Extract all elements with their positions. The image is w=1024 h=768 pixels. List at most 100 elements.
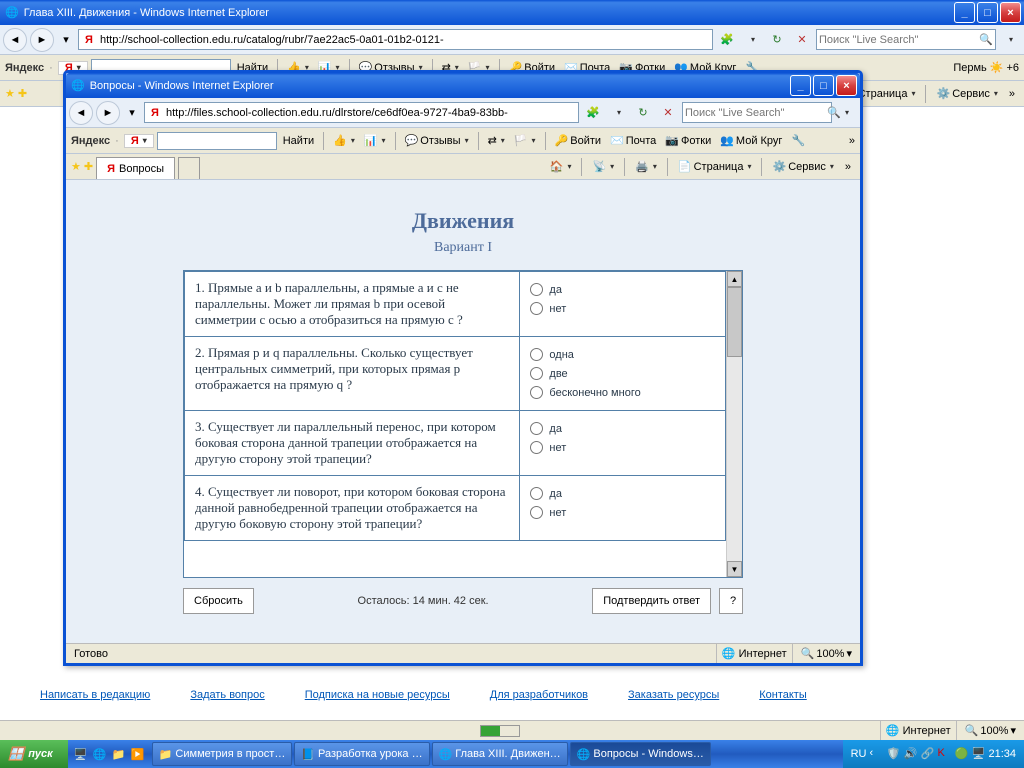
close-button[interactable]: ×	[1000, 2, 1021, 23]
home-button[interactable]: 🏠	[546, 160, 576, 173]
popup-refresh-button[interactable]: ↻	[632, 102, 654, 124]
maximize-button[interactable]: □	[977, 2, 998, 23]
chevron-right-icon[interactable]: »	[841, 161, 855, 173]
yandex-tools-icon[interactable]: 🔧	[788, 134, 808, 147]
q2-opt-inf[interactable]: бесконечно много	[530, 383, 715, 402]
footer-order[interactable]: Заказать ресурсы	[628, 689, 719, 701]
favorites-icon[interactable]: ★	[5, 87, 15, 100]
add-favorite-icon[interactable]: ✚	[18, 87, 27, 100]
scroll-track[interactable]	[727, 357, 742, 561]
popup-address-bar[interactable]: Я	[144, 102, 579, 123]
minimize-button[interactable]: _	[954, 2, 975, 23]
footer-write[interactable]: Написать в редакцию	[40, 689, 150, 701]
popup-forward-button[interactable]: ►	[96, 101, 120, 125]
q1-opt-no[interactable]: нет	[530, 299, 715, 318]
task-symmetry[interactable]: 📁 Симметрия в прост…	[152, 742, 293, 766]
task-chapter[interactable]: 🌐 Глава XIII. Движен…	[432, 742, 568, 766]
search-dropdown[interactable]	[999, 29, 1021, 51]
popup-url-input[interactable]	[166, 107, 578, 119]
search-icon[interactable]: 🔍	[979, 33, 993, 46]
feeds-button[interactable]: 📡	[588, 160, 618, 173]
url-input[interactable]	[100, 34, 712, 46]
favorites-icon[interactable]: ★	[71, 160, 81, 173]
ql-desktop-icon[interactable]: 🖥️	[73, 746, 89, 762]
yandex-photos[interactable]: 📷 Фотки	[662, 134, 714, 147]
tray-network-icon[interactable]: 🔗	[920, 747, 934, 761]
yandex-flag-icon[interactable]: 🏳️	[511, 134, 539, 147]
address-bar[interactable]: Я	[78, 29, 713, 50]
ql-player-icon[interactable]: ▶️	[130, 746, 146, 762]
yandex-mail[interactable]: ✉️ Почта	[607, 134, 659, 147]
yandex-y-button[interactable]: Я	[124, 134, 154, 148]
yandex-vote-icon[interactable]: 👍	[330, 134, 358, 147]
footer-dev[interactable]: Для разработчиков	[490, 689, 588, 701]
tab-questions[interactable]: Я Вопросы	[96, 157, 175, 179]
service-menu[interactable]: ⚙️ Сервис	[768, 160, 837, 173]
popup-yandex-search-input[interactable]	[157, 132, 277, 150]
tray-remove-icon[interactable]: 🟢	[954, 747, 968, 761]
history-dropdown[interactable]	[741, 29, 763, 51]
popup-search-input[interactable]	[685, 107, 827, 119]
popup-maximize-button[interactable]: □	[813, 75, 834, 96]
refresh-button[interactable]: ↻	[766, 29, 788, 51]
quiz-scrollbar[interactable]: ▲ ▼	[726, 271, 742, 577]
chevron-right-icon[interactable]: »	[849, 135, 855, 147]
reset-button[interactable]: Сбросить	[183, 588, 254, 614]
popup-search-dropdown[interactable]	[835, 102, 857, 124]
service-menu[interactable]: ⚙️ Сервис	[932, 87, 1001, 100]
q2-opt-two[interactable]: две	[530, 364, 715, 383]
zoom-control[interactable]: 🔍 100% ▾	[956, 721, 1024, 740]
ql-ie-icon[interactable]: 🌐	[92, 746, 108, 762]
tray-display-icon[interactable]: 🖥️	[971, 747, 985, 761]
tray-updates-icon[interactable]: 🛡️	[886, 747, 900, 761]
popup-history-dropdown[interactable]	[607, 102, 629, 124]
popup-stop-button[interactable]: ✕	[657, 102, 679, 124]
popup-minimize-button[interactable]: _	[790, 75, 811, 96]
print-button[interactable]: 🖨️	[631, 160, 661, 173]
yandex-find-button[interactable]: Найти	[280, 135, 317, 147]
footer-contacts[interactable]: Контакты	[759, 689, 807, 701]
back-button[interactable]: ◄	[3, 28, 27, 52]
q2-opt-one[interactable]: одна	[530, 345, 715, 364]
q3-opt-no[interactable]: нет	[530, 438, 715, 457]
scroll-thumb[interactable]	[727, 287, 742, 357]
q3-opt-yes[interactable]: да	[530, 419, 715, 438]
yandex-reviews[interactable]: 💬 Отзывы	[402, 134, 472, 147]
tray-antivirus-icon[interactable]: K	[937, 747, 951, 761]
yandex-translate-icon[interactable]: ⇄	[485, 134, 508, 147]
yandex-login[interactable]: 🔑 Войти	[552, 134, 605, 147]
footer-subscribe[interactable]: Подписка на новые ресурсы	[305, 689, 450, 701]
popup-zoom-control[interactable]: 🔍 100% ▾	[792, 644, 860, 663]
page-menu[interactable]: 📄 Страница	[674, 160, 756, 173]
popup-back-button[interactable]: ◄	[69, 101, 93, 125]
search-box[interactable]: 🔍	[816, 29, 996, 50]
task-questions[interactable]: 🌐 Вопросы - Windows…	[570, 742, 711, 766]
add-favorite-icon[interactable]: ✚	[84, 160, 93, 173]
q4-opt-yes[interactable]: да	[530, 484, 715, 503]
forward-button[interactable]: ►	[30, 28, 54, 52]
popup-recent-dropdown[interactable]: ▾	[123, 104, 141, 122]
new-tab-button[interactable]	[178, 157, 200, 179]
submit-button[interactable]: Подтвердить ответ	[592, 588, 711, 614]
tray-volume-icon[interactable]: 🔊	[903, 747, 917, 761]
compat-icon[interactable]: 🧩	[716, 29, 738, 51]
scroll-down-button[interactable]: ▼	[727, 561, 742, 577]
scroll-up-button[interactable]: ▲	[727, 271, 742, 287]
start-button[interactable]: 🪟 пуск	[0, 740, 68, 768]
tray-chevron-icon[interactable]: ‹	[869, 747, 883, 761]
help-button[interactable]: ?	[719, 588, 743, 614]
yandex-stats-icon[interactable]: 📊	[361, 134, 389, 147]
task-word[interactable]: 📘 Разработка урока …	[294, 742, 429, 766]
yandex-circle[interactable]: 👥 Мой Круг	[717, 134, 785, 147]
recent-dropdown[interactable]: ▾	[57, 31, 75, 49]
popup-search-box[interactable]: 🔍	[682, 102, 832, 123]
ql-explorer-icon[interactable]: 📁	[111, 746, 127, 762]
q4-opt-no[interactable]: нет	[530, 503, 715, 522]
q1-opt-yes[interactable]: да	[530, 280, 715, 299]
popup-compat-icon[interactable]: 🧩	[582, 102, 604, 124]
chevron-right-icon[interactable]: »	[1005, 88, 1019, 100]
lang-indicator[interactable]: RU	[851, 748, 867, 760]
popup-close-button[interactable]: ×	[836, 75, 857, 96]
footer-ask[interactable]: Задать вопрос	[190, 689, 264, 701]
clock[interactable]: 21:34	[988, 748, 1016, 760]
